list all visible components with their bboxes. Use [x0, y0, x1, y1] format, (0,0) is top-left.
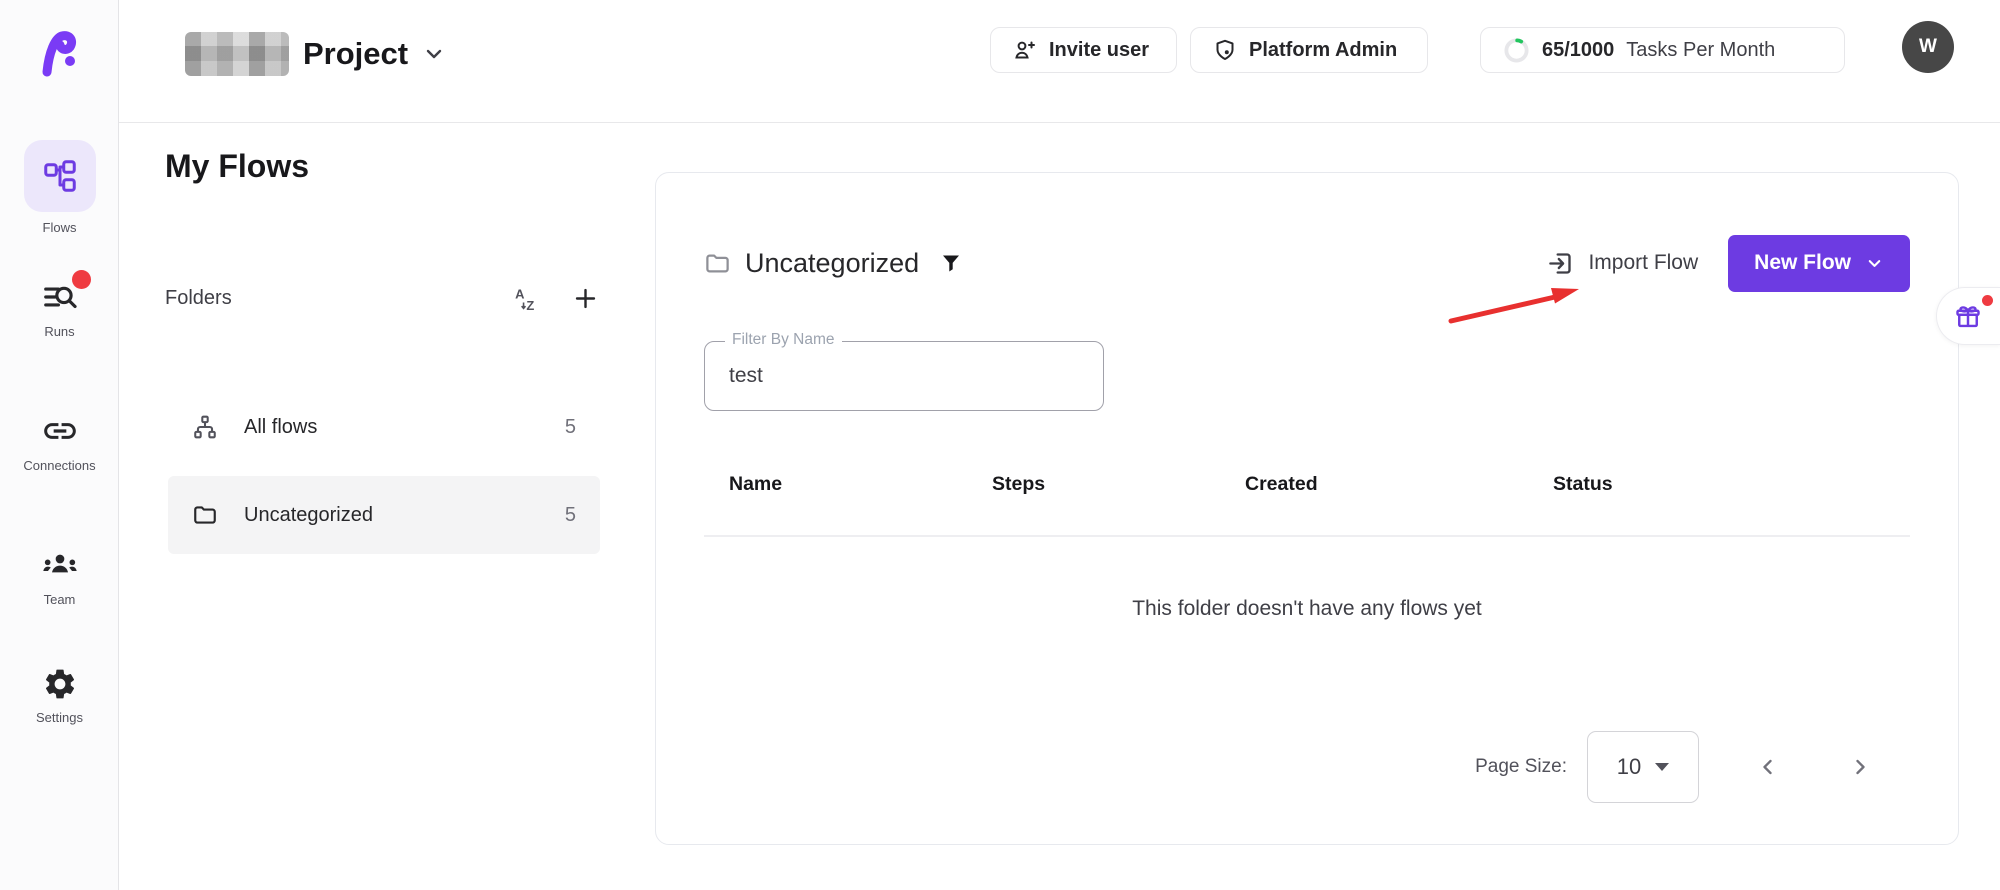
pagination: Page Size: 10	[1475, 731, 1883, 803]
chevron-down-icon	[422, 42, 446, 66]
filter-field-label: Filter By Name	[725, 331, 842, 349]
invite-user-label: Invite user	[1049, 39, 1149, 62]
team-icon	[40, 544, 80, 584]
user-plus-icon	[1013, 38, 1037, 62]
folders-header: Folders A Z	[165, 280, 600, 316]
sidebar: Flows Runs Connections Team	[0, 0, 119, 890]
avatar-initial: W	[1919, 36, 1937, 58]
page-size-value: 10	[1617, 754, 1641, 780]
sidebar-item-runs[interactable]: Runs	[0, 278, 119, 339]
platform-admin-button[interactable]: Platform Admin	[1190, 27, 1428, 73]
sidebar-item-connections[interactable]: Connections	[0, 412, 119, 473]
table-divider	[704, 535, 1910, 537]
tree-icon	[192, 414, 218, 440]
chevron-right-icon	[1848, 755, 1872, 779]
page-size-label: Page Size:	[1475, 756, 1567, 778]
app-logo-icon[interactable]	[37, 28, 81, 80]
folders-heading: Folders	[165, 287, 232, 310]
filter-by-name-input[interactable]	[705, 342, 1103, 410]
panel-folder-title: Uncategorized	[745, 248, 919, 279]
tasks-count: 65/1000	[1542, 39, 1614, 62]
chevron-left-icon	[1756, 755, 1780, 779]
folder-icon	[704, 250, 731, 277]
filter-funnel-icon[interactable]	[939, 251, 963, 275]
column-header-created: Created	[1245, 473, 1318, 496]
chevron-down-icon	[1865, 254, 1884, 273]
page-title: My Flows	[165, 148, 309, 185]
shield-icon	[1213, 38, 1237, 62]
sidebar-item-label: Connections	[23, 458, 95, 473]
new-flow-button[interactable]: New Flow	[1728, 235, 1910, 292]
sidebar-item-label: Runs	[44, 324, 74, 339]
folder-item-label: Uncategorized	[244, 504, 373, 527]
sidebar-item-label: Flows	[43, 220, 77, 235]
folder-item-all-flows[interactable]: All flows 5	[168, 392, 600, 462]
rewards-tab[interactable]	[1936, 287, 2000, 345]
previous-page-button[interactable]	[1745, 744, 1791, 790]
sort-alphabetical-icon[interactable]: A Z	[514, 285, 541, 312]
new-flow-label: New Flow	[1754, 251, 1851, 275]
sidebar-item-label: Team	[44, 592, 76, 607]
gift-icon	[1954, 302, 1982, 330]
column-header-name: Name	[729, 473, 782, 496]
dropdown-caret-icon	[1655, 763, 1669, 771]
tasks-usage-chip[interactable]: 65/1000 Tasks Per Month	[1480, 27, 1845, 73]
page-size-select[interactable]: 10	[1587, 731, 1699, 803]
import-icon	[1547, 250, 1574, 277]
gear-icon	[42, 666, 78, 702]
folder-item-uncategorized[interactable]: Uncategorized 5	[168, 476, 600, 554]
sidebar-item-settings[interactable]: Settings	[0, 666, 119, 725]
flows-table-header: Name Steps Created Status	[704, 473, 1910, 513]
avatar[interactable]: W	[1902, 21, 1954, 73]
platform-admin-label: Platform Admin	[1249, 39, 1397, 62]
add-folder-button[interactable]	[571, 284, 600, 313]
filter-by-name-field: Filter By Name	[704, 341, 1104, 411]
import-flow-button[interactable]: Import Flow	[1547, 250, 1698, 277]
svg-text:A: A	[515, 286, 524, 301]
column-header-steps: Steps	[992, 473, 1045, 496]
next-page-button[interactable]	[1837, 744, 1883, 790]
column-header-status: Status	[1553, 473, 1613, 496]
link-icon	[41, 412, 79, 450]
progress-ring	[1503, 37, 1530, 64]
import-flow-label: Import Flow	[1588, 251, 1698, 275]
workflow-icon	[24, 140, 96, 212]
project-selector[interactable]: Project	[185, 24, 446, 84]
folder-icon	[192, 502, 218, 528]
folder-item-label: All flows	[244, 416, 317, 439]
sidebar-item-label: Settings	[36, 710, 83, 725]
notification-dot	[72, 270, 91, 289]
sidebar-item-team[interactable]: Team	[0, 544, 119, 607]
tasks-label: Tasks Per Month	[1626, 39, 1775, 62]
sidebar-item-flows[interactable]: Flows	[0, 140, 119, 235]
svg-text:Z: Z	[526, 297, 534, 311]
folder-item-count: 5	[565, 504, 576, 527]
empty-state-message: This folder doesn't have any flows yet	[704, 597, 1910, 621]
project-label: Project	[303, 36, 408, 72]
flows-panel: Uncategorized Import Flow New Flow	[655, 172, 1959, 845]
invite-user-button[interactable]: Invite user	[990, 27, 1177, 73]
topbar: Project Invite user Platform Admin 65/10…	[119, 0, 2000, 123]
notification-dot	[1982, 295, 1993, 306]
folder-item-count: 5	[565, 416, 576, 439]
redacted-project-name	[185, 32, 289, 76]
